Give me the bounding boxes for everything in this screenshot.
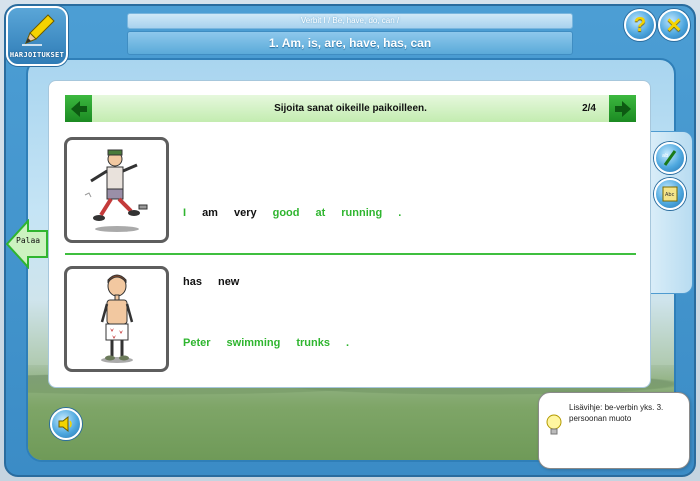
pencil-icon xyxy=(22,14,55,46)
hint-box: Lisävihje: be-verbin yks. 3. persoonan m… xyxy=(538,392,690,469)
word-tile[interactable]: Peter xyxy=(183,337,211,349)
exercise-card: Sijoita sanat oikeille paikoilleen. 2/4 xyxy=(48,80,651,388)
section-divider xyxy=(65,253,636,255)
arrow-right-icon xyxy=(614,100,631,117)
picture-runner xyxy=(64,137,169,243)
sentence-row-1: I am very good at running . xyxy=(183,207,417,219)
arrow-left-icon xyxy=(70,100,87,117)
word-tile[interactable]: new xyxy=(218,276,239,288)
help-button[interactable]: ? xyxy=(624,9,656,41)
word-tile[interactable]: has xyxy=(183,276,202,288)
word-tile[interactable]: am xyxy=(202,207,218,219)
pen-tool-button[interactable]: ab xyxy=(654,142,686,174)
close-icon: ✕ xyxy=(665,14,683,37)
sentence-row-2: Peter swimming trunks . xyxy=(183,337,365,349)
page-title: 1. Am, is, are, have, has, can xyxy=(127,31,573,55)
word-tile[interactable]: swimming xyxy=(227,337,281,349)
previous-page-button[interactable] xyxy=(65,95,92,122)
back-label: Palaa xyxy=(16,236,41,245)
svg-text:Abc: Abc xyxy=(665,192,675,198)
question-icon: ? xyxy=(633,13,647,36)
notes-tool-button[interactable]: Abc xyxy=(654,178,686,210)
word-tile[interactable]: trunks xyxy=(296,337,330,349)
picture-swimmer xyxy=(64,266,169,372)
word-tile[interactable]: good xyxy=(273,207,300,219)
audio-button[interactable] xyxy=(50,408,82,440)
instruction-bar: Sijoita sanat oikeille paikoilleen. 2/4 xyxy=(65,95,636,122)
tool-panel: ab Abc xyxy=(651,131,693,294)
next-page-button[interactable] xyxy=(609,95,636,122)
exercises-label: HARJOITUKSET xyxy=(9,51,65,59)
word-tile[interactable]: I xyxy=(183,207,186,219)
word-tile[interactable]: . xyxy=(346,337,349,349)
notepad-icon: Abc xyxy=(662,186,678,202)
speaker-icon xyxy=(58,415,72,433)
pen-icon: ab xyxy=(662,150,677,166)
close-button[interactable]: ✕ xyxy=(658,9,690,41)
hint-text: Lisävihje: be-verbin yks. 3. persoonan m… xyxy=(569,403,664,423)
exercises-button[interactable]: HARJOITUKSET xyxy=(6,6,68,66)
word-bank: has new xyxy=(183,276,255,288)
word-tile[interactable]: running xyxy=(341,207,382,219)
word-tile[interactable]: very xyxy=(234,207,257,219)
runner-illustration xyxy=(84,149,147,232)
back-button[interactable]: Palaa xyxy=(6,219,48,269)
page-counter: 2/4 xyxy=(582,103,596,114)
word-tile[interactable]: . xyxy=(398,207,401,219)
breadcrumb: Verbit I / Be, have, do, can / xyxy=(127,13,573,29)
instruction-text: Sijoita sanat oikeille paikoilleen. xyxy=(274,103,427,114)
lightbulb-icon xyxy=(546,414,562,435)
word-tile[interactable]: at xyxy=(316,207,326,219)
svg-text:ab: ab xyxy=(662,153,668,159)
swimmer-illustration xyxy=(100,274,133,363)
